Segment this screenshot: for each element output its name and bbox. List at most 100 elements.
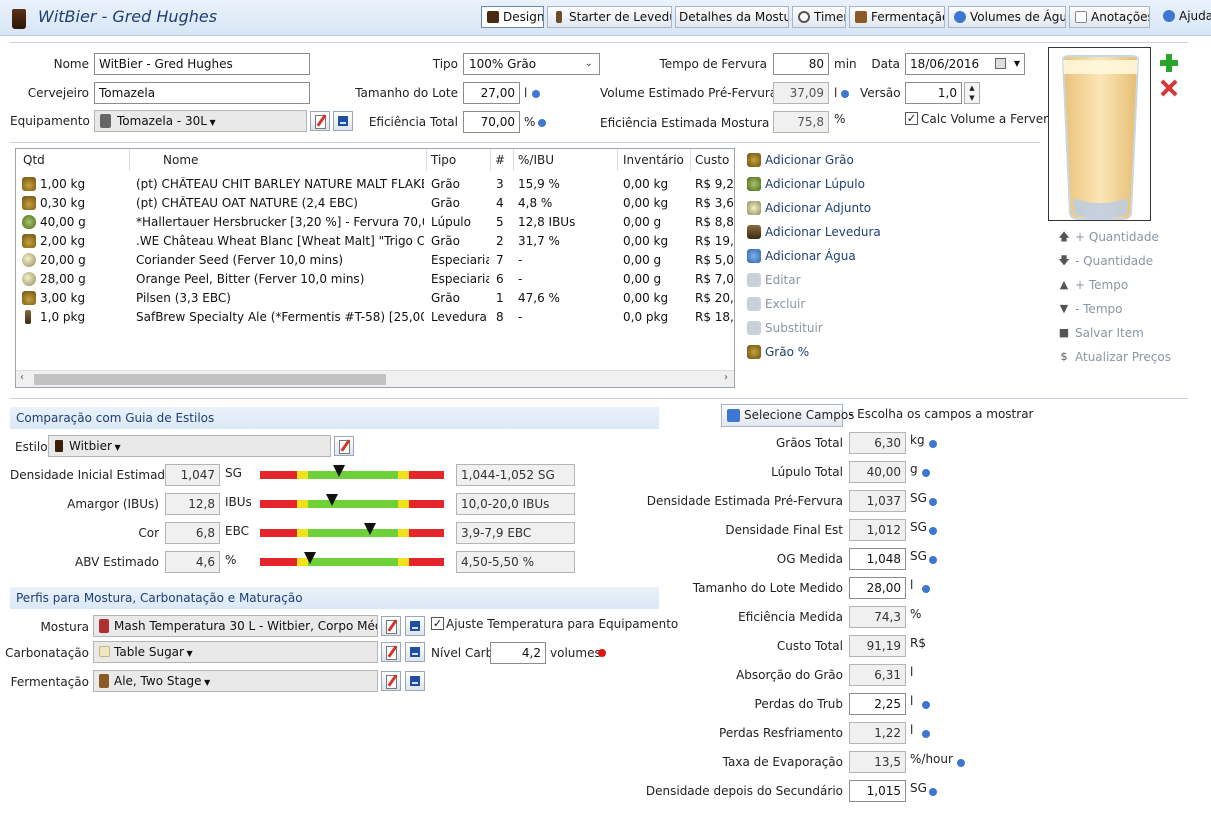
versao-stepper[interactable]: ▲ ▼ (964, 82, 980, 104)
action-grain[interactable]: Grão % (745, 342, 809, 362)
stepper-down-icon[interactable]: ▼ (965, 93, 979, 103)
ajuste-temperatura-checkbox[interactable]: ✓ (431, 617, 444, 630)
field-info-icon[interactable] (929, 498, 937, 506)
field-info-icon[interactable] (922, 701, 930, 709)
vol-pre-info-icon[interactable] (841, 90, 849, 98)
scrollbar-thumb[interactable] (34, 374, 386, 385)
grain-icon (747, 345, 761, 359)
table-row[interactable]: 1,0 pkg SafBrew Specialty Ale (*Fermentis… (16, 308, 734, 327)
field-info-icon[interactable] (929, 527, 937, 535)
field-info-icon[interactable] (922, 585, 930, 593)
edit-carbonatacao-button[interactable] (381, 642, 401, 662)
selecione-campos-button[interactable]: Selecione Campos (721, 404, 854, 427)
versao-input[interactable]: 1,0 (905, 82, 962, 104)
equipamento-select[interactable]: Tomazela - 30L ▼ (94, 110, 307, 132)
field-value[interactable]: 1,015 (849, 780, 906, 802)
col-header-tipo[interactable]: Tipo (431, 153, 456, 167)
cervejeiro-input[interactable]: Tomazela (94, 82, 310, 104)
action-edit[interactable]: Editar (745, 270, 801, 290)
add-recipe-plus-icon[interactable] (1160, 54, 1178, 72)
col-header-pct[interactable]: %/IBU (518, 153, 554, 167)
tab-detalhes-da-mostura[interactable]: Detalhes da Mostura (675, 6, 789, 28)
tab-anotacoes[interactable]: Anotações (1069, 6, 1150, 28)
col-header-num[interactable]: # (495, 153, 505, 167)
style-row-range: 4,50-5,50 % (456, 551, 575, 573)
horizontal-scrollbar[interactable]: ‹ › (16, 370, 734, 387)
tab-starter-de-levedura[interactable]: Starter de Levedura (547, 6, 672, 28)
field-unit: SG (910, 491, 927, 505)
style-row-value: 12,8 (165, 493, 220, 515)
table-row[interactable]: 2,00 kg .WE Château Wheat Blanc [Wheat Ma… (16, 232, 734, 251)
table-row[interactable]: 40,00 g *Hallertauer Hersbrucker [3,20 %]… (16, 213, 734, 232)
nivel-carb-input[interactable]: 4,2 (490, 642, 546, 664)
carbonatacao-select[interactable]: Table Sugar ▼ (93, 641, 378, 663)
mostura-select[interactable]: Mash Temperatura 30 L - Witbier, Corpo M… (93, 615, 378, 637)
estilo-select[interactable]: Witbier ▼ (48, 435, 331, 457)
field-info-icon[interactable] (957, 759, 965, 767)
field-value[interactable]: 28,00 (849, 577, 906, 599)
scroll-right-icon[interactable]: › (724, 372, 728, 383)
calendar-icon[interactable] (995, 58, 1006, 69)
beer-glass-icon (12, 9, 26, 29)
scroll-left-icon[interactable]: ‹ (20, 372, 24, 383)
field-info-icon[interactable] (929, 556, 937, 564)
eficiencia-info-icon[interactable] (538, 119, 546, 127)
nivel-carb-info-icon[interactable] (598, 649, 606, 657)
data-input[interactable]: 18/06/2016 ▼ (905, 53, 1025, 75)
tamanho-info-icon[interactable] (532, 90, 540, 98)
eficiencia-input[interactable]: 70,00 (463, 111, 520, 133)
fervura-input[interactable]: 80 (773, 53, 829, 75)
edit-fermentacao-button[interactable] (381, 671, 401, 691)
tab-volumes-de-agua[interactable]: Volumes de Água (948, 6, 1066, 28)
table-row[interactable]: 0,30 kg (pt) CHÂTEAU OAT NATURE (2,4 EBC)… (16, 194, 734, 213)
table-row[interactable]: 3,00 kg Pilsen (3,3 EBC) Grão 1 47,6 % 0,00 k… (16, 289, 734, 308)
action-replace[interactable]: Substituir (745, 318, 823, 338)
col-header-inventario[interactable]: Inventário (623, 153, 684, 167)
chevron-down-icon[interactable]: ▼ (1014, 54, 1020, 74)
delete-recipe-x-icon[interactable] (1160, 79, 1178, 97)
field-value[interactable]: 1,048 (849, 548, 906, 570)
style-range-bar (260, 529, 444, 537)
tamanho-input[interactable]: 27,00 (463, 82, 520, 104)
save-carbonatacao-button[interactable] (405, 642, 425, 662)
action-adjunct[interactable]: Adicionar Adjunto (745, 198, 871, 218)
action-water-drop[interactable]: Adicionar Água (745, 246, 856, 266)
field-info-icon[interactable] (929, 440, 937, 448)
triangle-up-action[interactable]: ▲ + Tempo (1055, 275, 1128, 295)
calc-volume-checkbox[interactable]: ✓ (905, 112, 918, 125)
fermentacao-select[interactable]: Ale, Two Stage ▼ (93, 670, 378, 692)
cell-pct: 31,7 % (518, 234, 560, 248)
tab-design[interactable]: Design (481, 6, 544, 28)
edit-equipamento-button[interactable] (310, 111, 330, 131)
triangle-down-action[interactable]: ▼ - Tempo (1055, 299, 1123, 319)
field-info-icon[interactable] (929, 788, 937, 796)
dollar-action[interactable]: $ Atualizar Preços (1055, 347, 1172, 367)
arrow-down-action[interactable]: 🡇 - Quantidade (1055, 251, 1153, 271)
field-info-icon[interactable] (922, 730, 930, 738)
tab-fermentacao[interactable]: Fermentação (849, 6, 945, 28)
arrow-up-action[interactable]: 🡅 + Quantidade (1055, 227, 1159, 247)
field-info-icon[interactable] (922, 469, 930, 477)
save-mostura-button[interactable] (405, 616, 425, 636)
edit-estilo-button[interactable] (334, 436, 354, 456)
tab-ajuda[interactable]: Ajuda (1158, 6, 1211, 28)
action-delete-x[interactable]: Excluir (745, 294, 805, 314)
nome-input[interactable]: WitBier - Gred Hughes (94, 53, 310, 75)
col-header-custo[interactable]: Custo (695, 153, 729, 167)
tipo-select[interactable]: 100% Grão ⌄ (463, 53, 600, 75)
table-row[interactable]: 1,00 kg (pt) CHÂTEAU CHIT BARLEY NATURE M… (16, 175, 734, 194)
col-header-qtd[interactable]: Qtd (23, 153, 45, 167)
tab-timer[interactable]: Timer (792, 6, 846, 28)
table-row[interactable]: 20,00 g Coriander Seed (Ferver 10,0 mins)… (16, 251, 734, 270)
field-value[interactable]: 2,25 (849, 693, 906, 715)
col-header-nome[interactable]: Nome (163, 153, 198, 167)
edit-mostura-button[interactable] (381, 616, 401, 636)
action-hop[interactable]: Adicionar Lúpulo (745, 174, 865, 194)
action-yeast[interactable]: Adicionar Levedura (745, 222, 881, 242)
save-action[interactable]: ■ Salvar Item (1055, 323, 1144, 343)
table-row[interactable]: 28,00 g Orange Peel, Bitter (Ferver 10,0 … (16, 270, 734, 289)
save-fermentacao-button[interactable] (405, 671, 425, 691)
style-range-bar (260, 558, 444, 566)
stepper-up-icon[interactable]: ▲ (965, 83, 979, 93)
action-grain[interactable]: Adicionar Grão (745, 150, 854, 170)
